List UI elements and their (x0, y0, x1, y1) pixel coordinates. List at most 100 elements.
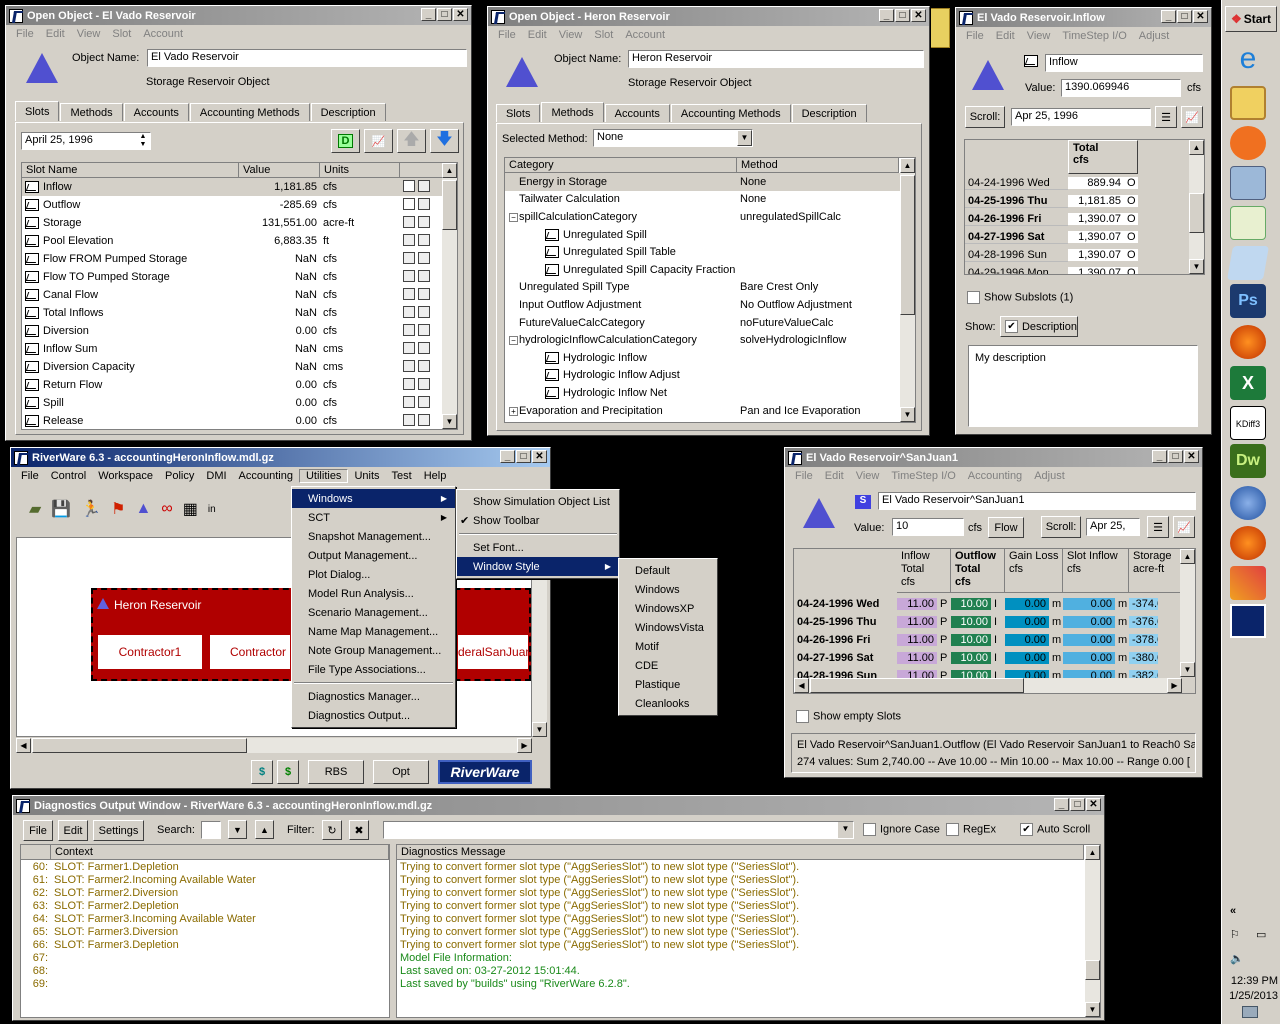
cell-value[interactable]: 11.00 (897, 598, 937, 610)
table-row[interactable]: Inflow Sum NaN cms (22, 340, 457, 358)
col-gain-loss[interactable]: Gain Loss cfs (1005, 549, 1063, 593)
menu-test[interactable]: Test (386, 470, 418, 482)
cell-value[interactable]: 0.00 (1005, 652, 1049, 664)
kdiff3-icon[interactable]: KDiff3 (1230, 406, 1266, 440)
row-value[interactable]: 1,390.07 (1068, 213, 1124, 225)
link-app-icon[interactable] (1230, 566, 1266, 600)
menu-slot[interactable]: Slot (588, 29, 619, 41)
scroll-date-field[interactable]: Apr 25, (1086, 518, 1140, 536)
date-spinner[interactable]: ▲ ▼ (136, 133, 150, 149)
message-row[interactable]: Trying to convert former slot type ("Agg… (397, 873, 1100, 886)
table-row[interactable]: Spill 0.00 cfs (22, 394, 457, 412)
volume-icon[interactable]: 🔈 (1230, 952, 1244, 965)
table-row[interactable]: Energy in Storage None (505, 173, 915, 191)
cell-value[interactable]: 11.00 (897, 616, 937, 628)
eraser-icon[interactable] (1227, 246, 1269, 280)
table-row[interactable]: Release 0.00 cfs (22, 412, 457, 429)
settings-button[interactable]: Settings (93, 820, 144, 841)
menu-item-windows[interactable]: Windows ▶ (292, 489, 455, 508)
vertical-scrollbar[interactable]: ▲ ▼ (900, 158, 915, 422)
close-button[interactable]: ✕ (1193, 10, 1208, 23)
cell-value[interactable]: 10.00 (951, 652, 991, 664)
maximize-button[interactable]: □ (1168, 450, 1183, 463)
message-row[interactable]: Trying to convert former slot type ("Agg… (397, 860, 1100, 873)
col-diagnostics-message[interactable]: Diagnostics Message (397, 845, 1084, 860)
message-row[interactable]: Trying to convert former slot type ("Agg… (397, 912, 1100, 925)
menu-item-model-run-analysis[interactable]: Model Run Analysis... (292, 584, 455, 603)
maximize-button[interactable]: □ (1070, 798, 1085, 811)
menu-edit[interactable]: Edit (819, 470, 850, 482)
plot-button[interactable]: 📈 (1181, 106, 1203, 128)
context-row[interactable]: 64: SLOT: Farmer3.Incoming Available Wate… (21, 912, 389, 925)
table-row[interactable]: Inflow 1,181.85 cfs (22, 178, 457, 196)
auto-scroll-checkbox[interactable]: ✔ Auto Scroll (1020, 823, 1090, 836)
table-row[interactable]: Flow FROM Pumped Storage NaN cfs (22, 250, 457, 268)
tab-slots[interactable]: Slots (15, 101, 60, 121)
table-row[interactable]: FutureValueCalcCategory noFutureValueCalc (505, 314, 915, 332)
menu-adjust[interactable]: Adjust (1028, 470, 1071, 482)
menu-item-style-motif[interactable]: Motif (619, 637, 717, 656)
title-bar[interactable]: Diagnostics Output Window - RiverWare 6.… (13, 796, 1104, 815)
menu-control[interactable]: Control (45, 470, 92, 482)
contractor2-box[interactable]: Contractor (209, 634, 291, 670)
cell-value[interactable]: 0.00 (1005, 634, 1049, 646)
tab-methods[interactable]: Methods (60, 103, 123, 121)
table-row[interactable]: Hydrologic Inflow Net (505, 384, 915, 402)
expand-icon[interactable]: + (509, 406, 518, 416)
firefox-icon[interactable] (1230, 325, 1266, 359)
message-row[interactable]: Last saved by "builds" using "RiverWare … (397, 977, 1100, 990)
col-units[interactable]: Units (320, 163, 400, 178)
cell-value[interactable]: 0.00 (1063, 652, 1115, 664)
chevron-down-icon[interactable]: ▼ (737, 130, 752, 146)
table-row[interactable]: Flow TO Pumped Storage NaN cfs (22, 268, 457, 286)
tab-methods[interactable]: Methods (541, 102, 604, 122)
menu-view[interactable]: View (1021, 30, 1057, 42)
maximize-button[interactable]: □ (516, 450, 531, 463)
row-value[interactable]: 1,390.07 (1068, 249, 1124, 261)
description-text[interactable]: My description (968, 345, 1198, 427)
up-arrow-button[interactable]: 🡅 (397, 129, 426, 153)
riverware-taskbar-icon[interactable] (1230, 604, 1266, 638)
opt-button[interactable]: Opt (373, 760, 429, 784)
menu-edit[interactable]: Edit (990, 30, 1021, 42)
clear-filter-button[interactable]: ✖ (349, 820, 369, 840)
title-bar[interactable]: El Vado Reservoir^SanJuan1 _ □ ✕ (785, 448, 1202, 467)
context-row[interactable]: 63: SLOT: Farmer2.Depletion (21, 899, 389, 912)
table-row[interactable]: − spillCalculationCategory unregulatedSpil… (505, 208, 915, 226)
context-row[interactable]: 67: (21, 951, 389, 964)
cell-value[interactable]: 11.00 (897, 652, 937, 664)
table-row[interactable]: Pool Elevation 6,883.35 ft (22, 232, 457, 250)
context-row[interactable]: 60: SLOT: Farmer1.Depletion (21, 860, 389, 873)
show-subslots-checkbox[interactable]: Show Subslots (1) (967, 291, 1073, 304)
table-row[interactable]: Canal Flow NaN cfs (22, 286, 457, 304)
show-desktop-icon[interactable] (1242, 1006, 1258, 1018)
internet-explorer-icon[interactable]: e (1230, 42, 1266, 76)
horizontal-scrollbar[interactable]: ◀ ▶ (794, 678, 1182, 693)
contractor1-box[interactable]: Contractor1 (97, 634, 203, 670)
message-row[interactable]: Trying to convert former slot type ("Agg… (397, 938, 1100, 951)
message-row[interactable]: Last saved on: 03-27-2012 15:01:44. (397, 964, 1100, 977)
maximize-button[interactable]: □ (1177, 10, 1192, 23)
minimize-button[interactable]: _ (1152, 450, 1167, 463)
dreamweaver-icon[interactable]: Dw (1230, 444, 1266, 478)
tab-accounts[interactable]: Accounts (604, 104, 670, 122)
storage-value[interactable]: -374.0 (1129, 598, 1158, 610)
search-input[interactable] (201, 821, 221, 839)
minimize-button[interactable]: _ (421, 8, 436, 21)
col-storage[interactable]: Storage acre-ft (1129, 549, 1187, 593)
menu-timestep-i-o[interactable]: TimeStep I/O (885, 470, 961, 482)
menu-workspace[interactable]: Workspace (92, 470, 159, 482)
chevron-left-icon[interactable]: « (1230, 905, 1236, 917)
close-button[interactable]: ✕ (1086, 798, 1101, 811)
context-row[interactable]: 62: SLOT: Farmer2.Diversion (21, 886, 389, 899)
menu-timestep-i-o[interactable]: TimeStep I/O (1056, 30, 1132, 42)
open-folder-icon[interactable]: ▰ (29, 499, 41, 519)
col-inflow[interactable]: Inflow Total cfs (897, 549, 951, 593)
minimize-button[interactable]: _ (879, 9, 894, 22)
menu-item-style-windows[interactable]: Windows (619, 580, 717, 599)
col-total[interactable]: Total cfs (1068, 140, 1138, 174)
menu-edit[interactable]: Edit (522, 29, 553, 41)
table-row[interactable]: Storage 131,551.00 acre-ft (22, 214, 457, 232)
maximize-button[interactable]: □ (895, 9, 910, 22)
table-row[interactable]: 04-25-1996 Thu 11.00 P 10.00 I 0.00 m 0.00 m -376… (794, 613, 1182, 631)
